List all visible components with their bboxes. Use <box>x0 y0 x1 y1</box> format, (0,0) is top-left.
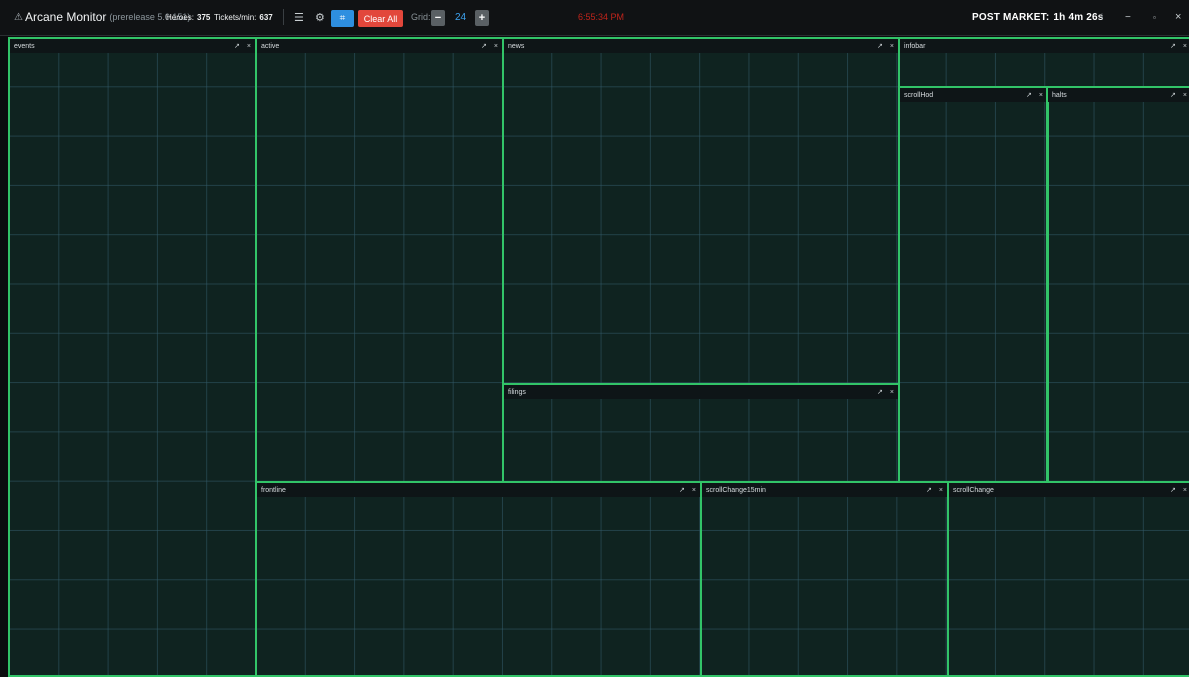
panel-title: scrollHod <box>904 91 934 99</box>
panel-header[interactable]: halts ↗ × <box>1048 88 1189 102</box>
popout-icon[interactable]: ↗ <box>1170 42 1176 50</box>
clock: 6:55:34 PM <box>578 12 625 22</box>
close-icon[interactable]: × <box>494 43 498 50</box>
panel-frontline[interactable]: frontline ↗ × <box>255 481 702 677</box>
maximize-button[interactable]: ▫ <box>1153 0 1156 34</box>
close-icon[interactable]: × <box>1183 487 1187 494</box>
close-icon[interactable]: × <box>939 487 943 494</box>
warning-triangle-icon: ⚠ <box>14 11 23 23</box>
info-icon[interactable]: i <box>1101 0 1103 34</box>
market-countdown: 1h 4m 26s <box>1053 11 1104 23</box>
tickets-label: Tickets/min: <box>214 12 257 22</box>
grid-toggle-button[interactable]: ⌗ <box>331 10 354 27</box>
tickets-rate: Tickets/min: 637 <box>214 0 273 34</box>
panel-header[interactable]: scrollHod ↗ × <box>900 88 1047 102</box>
grid-increase-button[interactable]: + <box>475 10 489 26</box>
grid-size-label: Grid: <box>411 12 431 22</box>
panel-title: filings <box>508 388 526 396</box>
close-icon[interactable]: × <box>1039 92 1043 99</box>
panel-header[interactable]: news ↗ × <box>504 39 898 53</box>
panel-news[interactable]: news ↗ × <box>502 37 900 386</box>
panel-header[interactable]: scrollChange15min ↗ × <box>702 483 947 497</box>
close-icon[interactable]: × <box>890 389 894 396</box>
tickets-value: 637 <box>259 12 273 22</box>
popout-icon[interactable]: ↗ <box>877 388 883 396</box>
popout-icon[interactable]: ↗ <box>679 486 685 494</box>
panel-active[interactable]: active ↗ × <box>255 37 504 484</box>
panel-title: frontline <box>261 486 286 494</box>
panel-scrollchange15min[interactable]: scrollChange15min ↗ × <box>700 481 949 677</box>
close-icon[interactable]: × <box>890 43 894 50</box>
heroes-label: Heroes: <box>166 12 195 22</box>
heroes-value: 375 <box>197 12 211 22</box>
panel-header[interactable]: active ↗ × <box>257 39 502 53</box>
panel-header[interactable]: frontline ↗ × <box>257 483 700 497</box>
popout-icon[interactable]: ↗ <box>481 42 487 50</box>
panel-header[interactable]: filings ↗ × <box>504 385 898 399</box>
toolbar-divider <box>283 9 284 25</box>
menu-icon[interactable]: ☰ <box>294 0 304 34</box>
panel-title: infobar <box>904 42 926 50</box>
close-window-button[interactable]: × <box>1175 0 1181 34</box>
popout-icon[interactable]: ↗ <box>926 486 932 494</box>
panel-halts[interactable]: halts ↗ × <box>1046 86 1189 484</box>
panel-scrollhod[interactable]: scrollHod ↗ × <box>898 86 1049 484</box>
panel-title: scrollChange15min <box>706 486 766 494</box>
heroes-count: Heroes: 375 <box>166 0 210 34</box>
panel-filings[interactable]: filings ↗ × <box>502 383 900 484</box>
popout-icon[interactable]: ↗ <box>1026 91 1032 99</box>
close-icon[interactable]: × <box>1183 92 1187 99</box>
panel-scrollchange[interactable]: scrollChange ↗ × <box>947 481 1189 677</box>
title-bar: ⚠ Arcane Monitor (prerelease 5.0.151) He… <box>0 0 1189 36</box>
grid-decrease-button[interactable]: − <box>431 10 445 26</box>
panel-title: halts <box>1052 91 1067 99</box>
popout-icon[interactable]: ↗ <box>234 42 240 50</box>
popout-icon[interactable]: ↗ <box>1170 486 1176 494</box>
grid-size-value: 24 <box>455 11 467 23</box>
clear-all-button[interactable]: Clear All <box>358 10 403 27</box>
panel-infobar[interactable]: infobar ↗ × <box>898 37 1189 88</box>
minimize-button[interactable]: − <box>1125 0 1131 34</box>
panel-title: active <box>261 42 280 50</box>
close-icon[interactable]: × <box>692 487 696 494</box>
panel-header[interactable]: scrollChange ↗ × <box>949 483 1189 497</box>
close-icon[interactable]: × <box>247 43 251 50</box>
app-name: Arcane Monitor <box>25 10 107 24</box>
close-icon[interactable]: × <box>1183 43 1187 50</box>
market-status-label: POST MARKET: <box>972 11 1050 23</box>
workspace-grid: events ↗ × active ↗ × news ↗ × infobar ↗… <box>8 37 1189 677</box>
panel-header[interactable]: events ↗ × <box>10 39 255 53</box>
panel-title: scrollChange <box>953 486 994 494</box>
panel-title: news <box>508 42 525 50</box>
panel-header[interactable]: infobar ↗ × <box>900 39 1189 53</box>
panel-title: events <box>14 42 35 50</box>
gear-icon[interactable]: ⚙ <box>315 0 325 34</box>
window-left-edge <box>0 37 8 675</box>
market-status: POST MARKET: 1h 4m 26s <box>972 0 1104 34</box>
popout-icon[interactable]: ↗ <box>1170 91 1176 99</box>
panel-events[interactable]: events ↗ × <box>8 37 257 677</box>
popout-icon[interactable]: ↗ <box>877 42 883 50</box>
